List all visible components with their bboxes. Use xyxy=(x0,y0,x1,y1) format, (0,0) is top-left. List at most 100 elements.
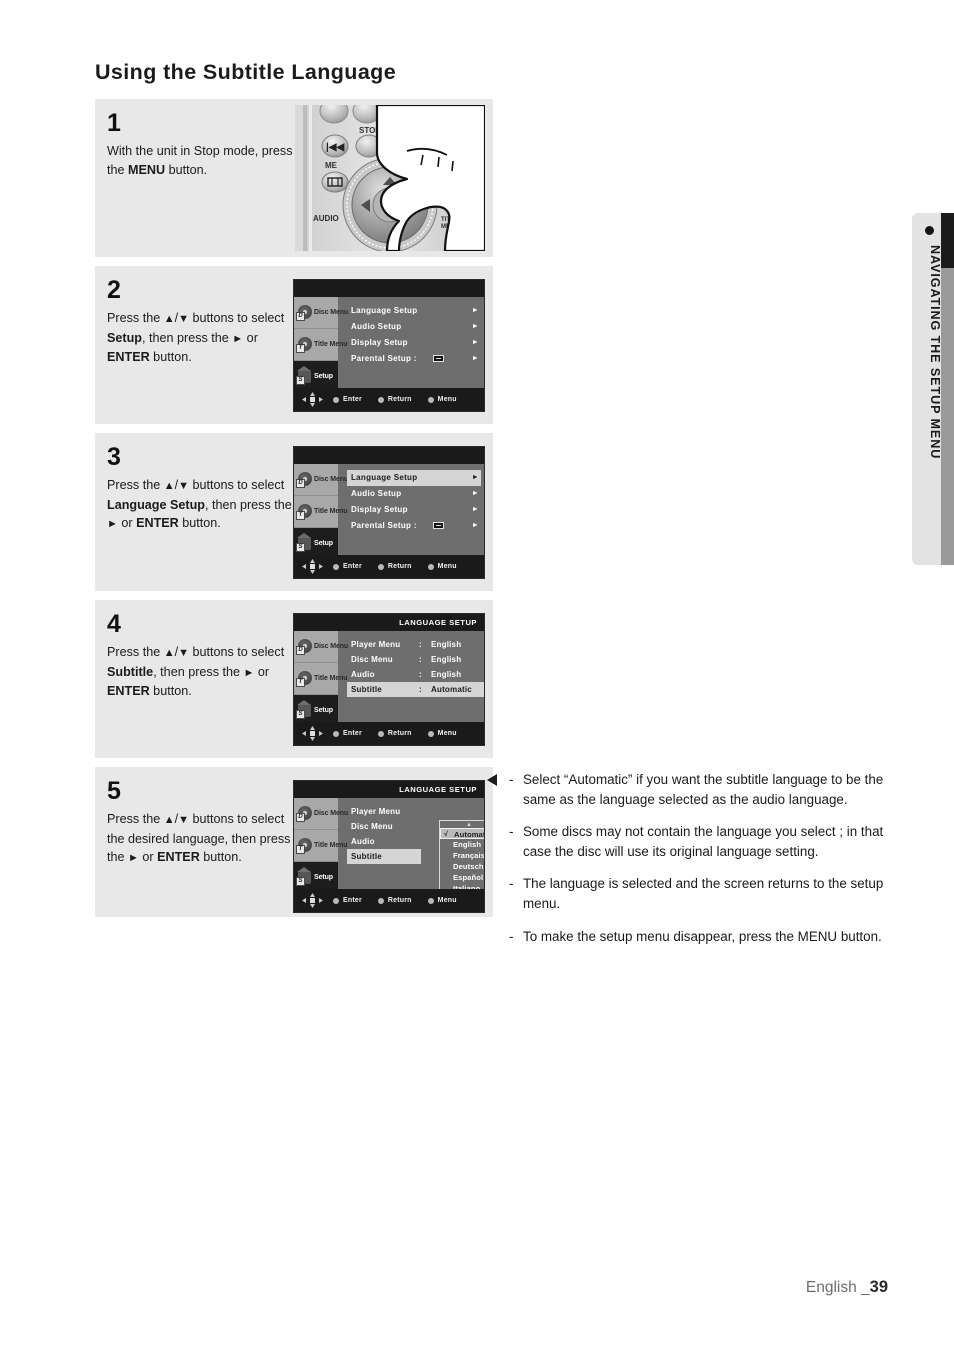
bullet-dot-icon xyxy=(333,897,339,904)
step-4-t4: buttons to select xyxy=(188,645,285,659)
osd-hint-return: Return xyxy=(377,897,412,904)
menu-row-display-setup[interactable]: Display Setup ► xyxy=(347,335,481,351)
osd-hint-return-label: Return xyxy=(387,396,412,403)
dropdown-option-automatic[interactable]: √ Automatic xyxy=(440,828,484,839)
osd-hint-menu: Menu xyxy=(427,897,457,904)
step-4-t10: button. xyxy=(149,684,192,698)
step-4-t8: or xyxy=(254,664,270,679)
osd-title-bar xyxy=(294,280,484,297)
menu-row-language-setup[interactable]: Language Setup ► xyxy=(347,470,481,486)
lang-row-disc-menu[interactable]: Disc Menu xyxy=(347,819,421,834)
step-5-body: 5 Press the ▲/▼ buttons to select the de… xyxy=(107,779,293,868)
language-setup-osd-step4: LANGUAGE SETUP D Disc Menu T Title Menu … xyxy=(293,613,485,746)
menu-row-label: Audio Setup xyxy=(351,489,402,498)
osd-sidebar-item-disc-menu[interactable]: D Disc Menu xyxy=(294,631,348,663)
osd-sidebar-label-setup: Setup xyxy=(314,373,333,380)
lock-icon xyxy=(433,355,444,362)
lang-row-disc-menu[interactable]: Disc Menu : English xyxy=(347,652,484,667)
osd-sidebar-item-title-menu[interactable]: T Title Menu xyxy=(294,830,348,862)
bullet-dot-icon xyxy=(925,226,934,235)
lock-icon xyxy=(433,522,444,529)
osd-sidebar-item-title-menu[interactable]: T Title Menu xyxy=(294,496,348,528)
menu-row-label: Parental Setup : xyxy=(351,354,417,363)
osd-title-bar: LANGUAGE SETUP xyxy=(294,614,484,631)
menu-row-audio-setup[interactable]: Audio Setup ► xyxy=(347,486,481,502)
osd-sidebar-item-disc-menu[interactable]: D Disc Menu xyxy=(294,798,348,830)
osd-bottom-bar: Enter Return Menu xyxy=(294,889,484,912)
note-text: Select “Automatic” if you want the subti… xyxy=(523,772,884,807)
step-5-t6: or xyxy=(138,850,158,864)
lang-row-label: Disc Menu xyxy=(351,655,393,664)
lang-row-subtitle[interactable]: Subtitle xyxy=(347,849,421,864)
side-tab-dark-marker xyxy=(941,213,954,268)
svg-text:AUDIO: AUDIO xyxy=(313,214,339,223)
side-tab-grey-marker xyxy=(941,268,954,565)
osd-hint-enter-label: Enter xyxy=(343,396,362,403)
setup-icon: S xyxy=(296,533,313,552)
menu-row-audio-setup[interactable]: Audio Setup ► xyxy=(347,319,481,335)
osd-hint-enter: Enter xyxy=(333,897,362,904)
lang-row-subtitle[interactable]: Subtitle : Automatic xyxy=(347,682,484,697)
osd-sidebar-item-title-menu[interactable]: T Title Menu xyxy=(294,663,348,695)
step-4-subtitle-label: Subtitle xyxy=(107,664,154,679)
osd-hint-menu-label: Menu xyxy=(437,396,457,403)
note-text: The language is selected and the screen … xyxy=(523,876,884,911)
lang-row-player-menu[interactable]: Player Menu : English xyxy=(347,637,484,652)
step-2-t4: buttons to select xyxy=(188,311,285,325)
osd-sidebar-item-title-menu[interactable]: T Title Menu xyxy=(294,329,348,361)
dropdown-option-english[interactable]: English xyxy=(440,839,484,850)
step-3-language-setup-label: Language Setup xyxy=(107,497,205,512)
lang-row-audio[interactable]: Audio : English xyxy=(347,667,484,682)
step-1-number: 1 xyxy=(107,109,121,137)
note-text: To make the setup menu disappear, press … xyxy=(523,928,882,944)
osd-hint-enter-label: Enter xyxy=(343,730,362,737)
osd-hint-menu-label: Menu xyxy=(437,897,457,904)
step-1-text: With the unit in Stop mode, press the ME… xyxy=(107,142,293,179)
osd-hint-enter: Enter xyxy=(333,563,362,570)
menu-row-parental-setup[interactable]: Parental Setup : ► xyxy=(347,518,481,534)
osd-sidebar: D Disc Menu T Title Menu S Setup xyxy=(294,798,348,894)
menu-row-label: Language Setup xyxy=(351,306,418,315)
osd-main-step2: Language Setup ► Audio Setup ► Display S… xyxy=(338,297,484,388)
osd-sidebar-item-disc-menu[interactable]: D Disc Menu xyxy=(294,464,348,496)
lang-row-label: Player Menu xyxy=(351,640,401,649)
osd-sidebar-item-disc-menu[interactable]: D Disc Menu xyxy=(294,297,348,329)
step-4-text: Press the ▲/▼ buttons to select Subtitle… xyxy=(107,643,293,701)
lang-row-colon: : xyxy=(419,670,422,679)
step-5-t0: Press the xyxy=(107,812,164,826)
bullet-dot-icon xyxy=(427,396,434,403)
bullet-dot-icon xyxy=(377,563,384,570)
osd-hint-menu: Menu xyxy=(427,396,457,403)
step-2-right-arrow: ► xyxy=(232,332,244,345)
osd-hint-menu-label: Menu xyxy=(437,730,457,737)
step-5-enter-label: ENTER xyxy=(157,850,200,864)
dropdown-option-deutsch[interactable]: Deutsch xyxy=(440,861,484,872)
dropdown-option-label: Automatic xyxy=(454,830,484,839)
step-5-number: 5 xyxy=(107,777,121,805)
section-side-tab-label: NAVIGATING THE SETUP MENU xyxy=(928,245,942,460)
setup-menu-osd-step3: D Disc Menu T Title Menu S Setup Languag… xyxy=(293,446,485,579)
note-text: Some discs may not contain the language … xyxy=(523,824,884,859)
lang-row-colon: : xyxy=(419,655,422,664)
step-4-up-arrow: ▲ xyxy=(163,647,175,659)
disc-menu-icon: D xyxy=(296,805,313,822)
step-1-text-menu: MENU xyxy=(128,162,166,177)
setup-icon: S xyxy=(296,867,313,886)
menu-row-language-setup[interactable]: Language Setup ► xyxy=(347,303,481,319)
page-title: Using the Subtitle Language xyxy=(95,60,397,84)
menu-row-display-setup[interactable]: Display Setup ► xyxy=(347,502,481,518)
lang-row-audio[interactable]: Audio xyxy=(347,834,421,849)
step-2-text: Press the ▲/▼ buttons to select Setup, t… xyxy=(107,309,293,367)
dropdown-option-espanol[interactable]: Español xyxy=(440,872,484,883)
step-4-enter-label: ENTER xyxy=(107,684,150,698)
lang-row-player-menu[interactable]: Player Menu xyxy=(347,804,421,819)
menu-row-label: Audio Setup xyxy=(351,322,402,331)
dropdown-option-francais[interactable]: Français xyxy=(440,850,484,861)
chevron-right-icon: ► xyxy=(471,355,479,362)
osd-hint-menu: Menu xyxy=(427,730,457,737)
note-bullet: - xyxy=(509,772,514,787)
step-3-down-arrow: ▼ xyxy=(178,480,189,492)
menu-row-parental-setup[interactable]: Parental Setup : ► xyxy=(347,351,481,367)
bullet-dot-icon xyxy=(377,396,384,403)
osd-hint-enter: Enter xyxy=(333,396,362,403)
